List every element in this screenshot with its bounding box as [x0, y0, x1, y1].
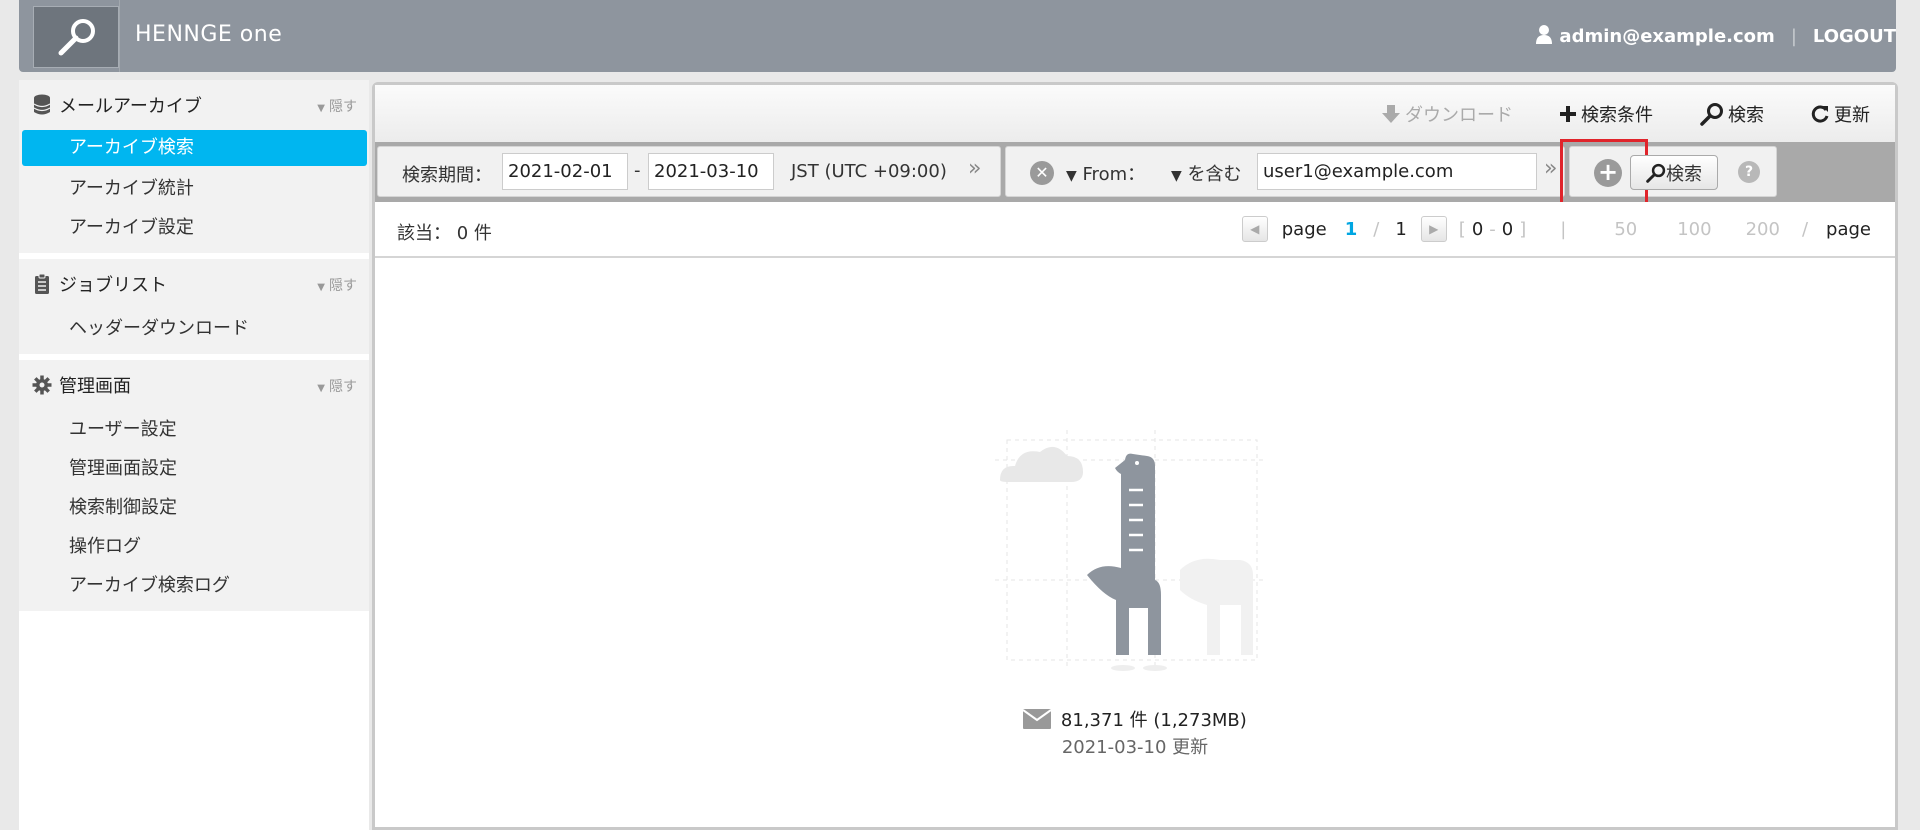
per-page-word: page — [1826, 218, 1871, 240]
sidebar-group-title: 管理画面 — [59, 376, 131, 397]
page-word: page — [1281, 218, 1327, 240]
sidebar-group-header[interactable]: メールアーカイブ ▼ 隠す — [19, 80, 369, 130]
condition-value-input[interactable]: user1@example.com — [1257, 153, 1537, 190]
app-logo[interactable] — [33, 6, 119, 68]
hits-label: 該当： — [397, 223, 451, 244]
giraffe-illustration — [995, 430, 1265, 671]
timezone-label: JST (UTC +09:00) — [791, 161, 947, 182]
hide-toggle[interactable]: ▼ 隠す — [317, 275, 357, 295]
refresh-icon — [1811, 105, 1829, 123]
sidebar-group-mail-archive: メールアーカイブ ▼ 隠す アーカイブ検索 アーカイブ統計 アーカイブ設定 — [19, 80, 369, 253]
database-icon — [31, 94, 53, 116]
page-size-200[interactable]: 200 — [1746, 219, 1780, 240]
per-page-slash: / — [1801, 218, 1809, 240]
search-actions: + 検索 ? — [1560, 139, 1777, 207]
sidebar: メールアーカイブ ▼ 隠す アーカイブ検索 アーカイブ統計 アーカイブ設定 ジョブ… — [19, 80, 369, 830]
toolbar: ダウンロード 検索条件 検索 更新 — [375, 85, 1895, 143]
date-from-input[interactable]: 2021-02-01 — [502, 153, 628, 190]
header-separator: | — [1790, 26, 1797, 47]
period-label: 検索期間： — [402, 165, 492, 186]
sidebar-item-archive-settings[interactable]: アーカイブ設定 — [19, 208, 369, 247]
gear-icon — [31, 375, 53, 395]
triangle-down-icon: ▼ — [1171, 168, 1182, 184]
triangle-down-icon: ▼ — [317, 282, 325, 293]
user-icon — [1535, 24, 1553, 49]
search-button[interactable]: 検索 — [1630, 155, 1718, 190]
next-page-button[interactable]: ▶ — [1420, 216, 1447, 242]
triangle-down-icon: ▼ — [1066, 168, 1077, 184]
mail-icon — [1022, 709, 1052, 729]
date-separator: - — [634, 160, 641, 181]
logout-link[interactable]: LOGOUT — [1813, 26, 1896, 47]
date-to-input[interactable]: 2021-03-10 — [648, 153, 774, 190]
sidebar-item-archive-search-log[interactable]: アーカイブ検索ログ — [19, 566, 369, 605]
condition-field-select[interactable]: ▼ From： — [1066, 160, 1145, 186]
logo-divider — [119, 0, 120, 72]
sidebar-group-header[interactable]: 管理画面 ▼ 隠す — [19, 360, 369, 410]
range-dash: - — [1489, 218, 1496, 240]
triangle-down-icon: ▼ — [317, 103, 325, 114]
sidebar-item-operation-log[interactable]: 操作ログ — [19, 527, 369, 566]
period-filter: 検索期間： 2021-02-01 - 2021-03-10 JST (UTC +… — [377, 146, 1001, 197]
magnifier-logo-icon — [58, 19, 95, 56]
sidebar-item-search-control[interactable]: 検索制御設定 — [19, 488, 369, 527]
pagination: ◀ page 1 / 1 ▶ [ 0 - 0 ] | 50 100 200 / … — [1241, 216, 1871, 242]
filter-bar: 検索期間： 2021-02-01 - 2021-03-10 JST (UTC +… — [375, 139, 1895, 207]
range-close: ] — [1519, 218, 1527, 240]
triangle-down-icon: ▼ — [317, 383, 325, 394]
search-icon — [1700, 103, 1723, 126]
search-icon — [1646, 163, 1666, 183]
search-toolbar-button[interactable]: 検索 — [1700, 101, 1764, 127]
download-button[interactable]: ダウンロード — [1381, 101, 1513, 127]
result-bar: 該当： 0 件 ◀ page 1 / 1 ▶ [ 0 - 0 ] | 50 10… — [375, 202, 1895, 258]
archive-updated: 2021-03-10 更新 — [1061, 737, 1209, 758]
sidebar-item-header-download[interactable]: ヘッダーダウンロード — [19, 309, 369, 348]
user-area: admin@example.com | LOGOUT — [1535, 24, 1896, 49]
pager-pipe: | — [1560, 218, 1567, 240]
plus-icon — [1560, 106, 1576, 122]
sidebar-group-admin: 管理画面 ▼ 隠す ユーザー設定 管理画面設定 検索制御設定 操作ログ アーカイブ… — [19, 360, 369, 611]
page-slash: / — [1373, 218, 1380, 240]
range-end: 0 — [1501, 218, 1514, 240]
total-pages: 1 — [1395, 218, 1407, 240]
main-panel: ダウンロード 検索条件 検索 更新 検索期間： 2021-02-01 - 202… — [372, 82, 1898, 830]
archive-count: 81,371 件 (1,273MB) — [375, 706, 1895, 732]
condition-filter: ✕ ▼ From： ▼ を含む user1@example.com » — [1005, 146, 1565, 197]
hide-toggle[interactable]: ▼ 隠す — [317, 96, 357, 116]
sidebar-group-header[interactable]: ジョブリスト ▼ 隠す — [19, 259, 369, 309]
range-open: [ — [1458, 218, 1466, 240]
remove-condition-icon[interactable]: ✕ — [1030, 161, 1054, 185]
double-chevron-icon: » — [1544, 156, 1558, 181]
download-icon — [1382, 105, 1400, 123]
current-page: 1 — [1344, 218, 1358, 240]
page-size-50[interactable]: 50 — [1614, 219, 1637, 240]
user-email: admin@example.com — [1559, 26, 1775, 47]
sidebar-group-title: メールアーカイブ — [59, 96, 202, 117]
prev-page-button[interactable]: ◀ — [1241, 216, 1268, 242]
sidebar-item-archive-stats[interactable]: アーカイブ統計 — [19, 169, 369, 208]
app-header: HENNGE one admin@example.com | LOGOUT — [19, 0, 1896, 72]
empty-state: 81,371 件 (1,273MB) 2021-03-10 更新 — [375, 260, 1895, 830]
page-size-100[interactable]: 100 — [1677, 219, 1711, 240]
sidebar-item-archive-search[interactable]: アーカイブ検索 — [22, 130, 367, 166]
refresh-button[interactable]: 更新 — [1810, 101, 1870, 127]
hits-value: 0 件 — [456, 223, 492, 244]
hit-count: 該当： 0 件 — [397, 219, 492, 245]
sidebar-item-user-settings[interactable]: ユーザー設定 — [19, 410, 369, 449]
search-conditions-button[interactable]: 検索条件 — [1559, 101, 1653, 127]
sidebar-group-title: ジョブリスト — [59, 275, 167, 296]
help-icon[interactable]: ? — [1738, 161, 1760, 183]
double-chevron-icon: » — [968, 156, 982, 181]
clipboard-icon — [31, 273, 53, 295]
range-start: 0 — [1471, 218, 1484, 240]
sidebar-item-admin-settings[interactable]: 管理画面設定 — [19, 449, 369, 488]
hide-toggle[interactable]: ▼ 隠す — [317, 376, 357, 396]
sidebar-group-job-list: ジョブリスト ▼ 隠す ヘッダーダウンロード — [19, 259, 369, 354]
brand-name: HENNGE one — [135, 22, 283, 47]
condition-operator-select[interactable]: ▼ を含む — [1171, 160, 1242, 186]
